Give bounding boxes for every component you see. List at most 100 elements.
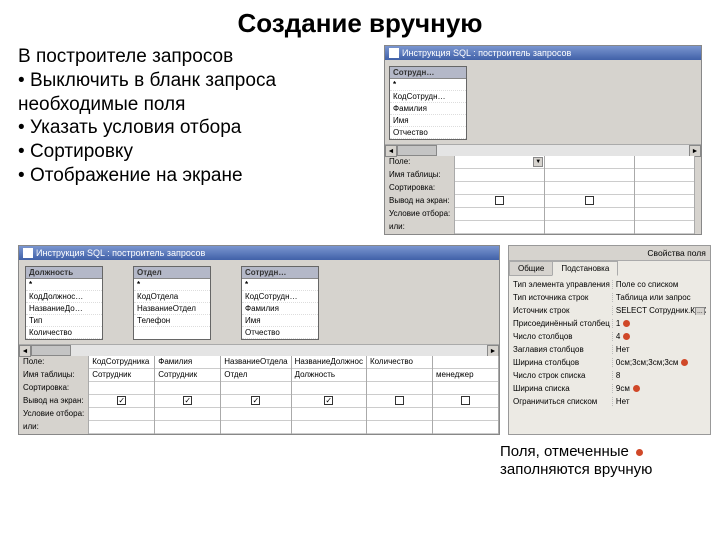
property-value[interactable]: Нет <box>612 345 706 354</box>
chevron-down-icon[interactable]: ▼ <box>533 157 543 167</box>
grid-col[interactable] <box>635 156 695 234</box>
bullet-0: • Выключить в бланк запроса необходимые … <box>18 69 378 117</box>
property-value[interactable]: 9см <box>612 384 706 393</box>
property-value[interactable]: 0см;3см;3см;3см <box>612 358 706 367</box>
property-value[interactable]: Поле со списком <box>612 280 706 289</box>
scroll-thumb[interactable] <box>31 345 71 356</box>
field[interactable]: Имя <box>242 315 318 327</box>
property-name: Число столбцов <box>513 332 612 341</box>
app-icon <box>23 248 33 258</box>
marker-dot-icon <box>623 333 630 340</box>
app-icon <box>389 48 399 58</box>
checkbox[interactable]: ✓ <box>251 396 260 405</box>
grid-col[interactable]: НазваниеОтделаОтдел✓ <box>221 356 291 434</box>
footer-note: Поля, отмеченные заполняются вручную <box>500 435 720 479</box>
field[interactable]: Отчество <box>242 327 318 339</box>
page-title: Создание вручную <box>0 0 720 45</box>
property-value[interactable]: Таблица или запрос <box>612 293 706 302</box>
ellipsis-icon[interactable]: … <box>695 307 705 315</box>
table-header: Отдел <box>134 267 210 279</box>
table-box[interactable]: Сотрудн… * КодСотрудн… Фамилия Имя Отчес… <box>389 66 467 140</box>
table-box[interactable]: Должность * КодДолжнос… НазваниеДо… Тип … <box>25 266 103 340</box>
checkbox[interactable]: ✓ <box>183 396 192 405</box>
property-value[interactable]: 1 <box>612 319 706 328</box>
property-row[interactable]: Ширина списка9см <box>509 382 710 395</box>
field[interactable]: КодСотрудн… <box>390 91 466 103</box>
property-row[interactable]: Ширина столбцов0см;3см;3см;3см <box>509 356 710 369</box>
property-row[interactable]: Число столбцов4 <box>509 330 710 343</box>
checkbox[interactable] <box>495 196 504 205</box>
h-scrollbar[interactable]: ◄ ► <box>19 344 499 356</box>
bullet-3: • Отображение на экране <box>18 164 378 188</box>
table-box[interactable]: Отдел * КодОтдела НазваниеОтдел Телефон <box>133 266 211 340</box>
table-header: Сотрудн… <box>242 267 318 279</box>
table-box[interactable]: Сотрудн… * КодСотрудн… Фамилия Имя Отчес… <box>241 266 319 340</box>
tab-lookup[interactable]: Подстановка <box>552 261 618 276</box>
property-name: Заглавия столбцов <box>513 345 612 354</box>
window-title: Инструкция SQL : построитель запросов <box>402 48 571 58</box>
checkbox[interactable] <box>461 396 470 405</box>
grid-col[interactable]: ▼ <box>455 156 545 234</box>
field[interactable]: КодДолжнос… <box>26 291 102 303</box>
table-header: Сотрудн… <box>390 67 466 79</box>
bullet-2: • Сортировку <box>18 140 378 164</box>
field[interactable]: Фамилия <box>242 303 318 315</box>
field[interactable]: Телефон <box>134 315 210 327</box>
property-row[interactable]: Число строк списка8 <box>509 369 710 382</box>
checkbox[interactable] <box>395 396 404 405</box>
field[interactable]: Тип <box>26 315 102 327</box>
window-title: Инструкция SQL : построитель запросов <box>36 248 205 258</box>
field[interactable]: * <box>26 279 102 291</box>
grid-col[interactable]: НазваниеДолжносДолжность✓ <box>292 356 367 434</box>
grid-col[interactable]: ФамилияСотрудник✓ <box>155 356 221 434</box>
grid-col[interactable]: КодСотрудникаСотрудник✓ <box>89 356 155 434</box>
row-labels: Поле: Имя таблицы: Сортировка: Вывод на … <box>385 156 455 234</box>
intro-line: В построителе запросов <box>18 45 378 69</box>
field[interactable]: * <box>134 279 210 291</box>
field[interactable]: КодСотрудн… <box>242 291 318 303</box>
field[interactable]: Имя <box>390 115 466 127</box>
field[interactable]: Количество <box>26 327 102 339</box>
table-header: Должность <box>26 267 102 279</box>
marker-dot-icon <box>636 449 643 456</box>
checkbox[interactable]: ✓ <box>117 396 126 405</box>
grid-col[interactable] <box>545 156 635 234</box>
grid-col[interactable]: менеджер <box>433 356 499 434</box>
marker-dot-icon <box>633 385 640 392</box>
property-row[interactable]: Источник строкSELECT Сотрудник.КодСотруд… <box>509 304 710 317</box>
field[interactable]: НазваниеОтдел <box>134 303 210 315</box>
row-labels: Поле: Имя таблицы: Сортировка: Вывод на … <box>19 356 89 434</box>
property-name: Ограничиться списком <box>513 397 612 406</box>
properties-panel: Свойства поля Общие Подстановка Тип элем… <box>508 245 711 435</box>
checkbox[interactable] <box>585 196 594 205</box>
tab-general[interactable]: Общие <box>509 261 553 276</box>
property-row[interactable]: Тип элемента управленияПоле со списком <box>509 278 710 291</box>
field[interactable]: КодОтдела <box>134 291 210 303</box>
scroll-thumb[interactable] <box>397 145 437 156</box>
property-value[interactable]: 8 <box>612 371 706 380</box>
field[interactable]: Фамилия <box>390 103 466 115</box>
field[interactable]: НазваниеДо… <box>26 303 102 315</box>
panel-title: Свойства поля <box>509 246 710 261</box>
property-row[interactable]: Заглавия столбцовНет <box>509 343 710 356</box>
checkbox[interactable]: ✓ <box>324 396 333 405</box>
field[interactable]: * <box>242 279 318 291</box>
property-row[interactable]: Присоединённый столбец1 <box>509 317 710 330</box>
property-name: Тип элемента управления <box>513 280 612 289</box>
titlebar: Инструкция SQL : построитель запросов <box>385 46 701 60</box>
property-row[interactable]: Ограничиться спискомНет <box>509 395 710 408</box>
property-name: Число строк списка <box>513 371 612 380</box>
bullet-1: • Указать условия отбора <box>18 116 378 140</box>
grid-col[interactable]: Количество <box>367 356 433 434</box>
h-scrollbar[interactable]: ◄ ► <box>385 144 701 156</box>
property-name: Ширина списка <box>513 384 612 393</box>
titlebar: Инструкция SQL : построитель запросов <box>19 246 499 260</box>
property-value[interactable]: 4 <box>612 332 706 341</box>
intro-text: В построителе запросов • Выключить в бла… <box>18 45 378 235</box>
field-star[interactable]: * <box>390 79 466 91</box>
field[interactable]: Отчество <box>390 127 466 139</box>
property-name: Источник строк <box>513 306 612 315</box>
property-row[interactable]: Тип источника строкТаблица или запрос <box>509 291 710 304</box>
property-value[interactable]: SELECT Сотрудник.КодСотруд…… <box>612 306 706 315</box>
property-value[interactable]: Нет <box>612 397 706 406</box>
